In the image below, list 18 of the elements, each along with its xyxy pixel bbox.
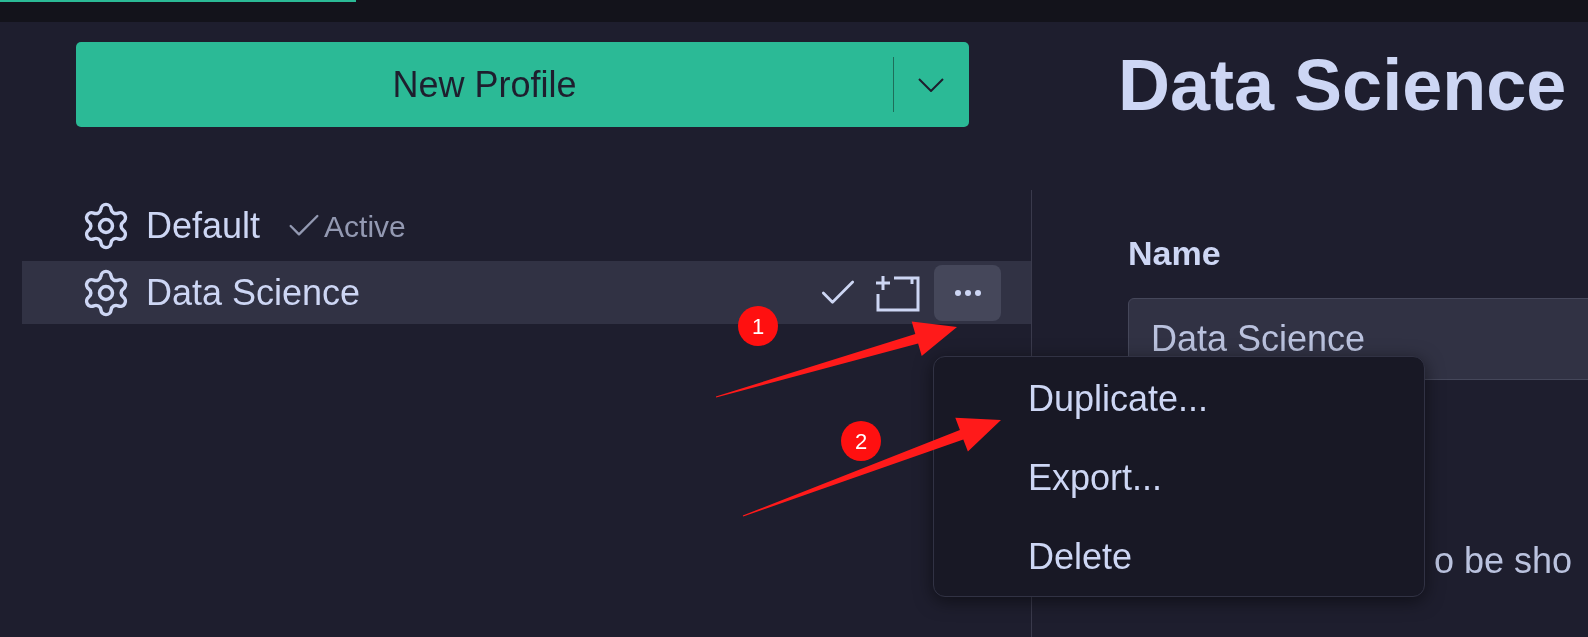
name-label: Name [1128, 236, 1222, 270]
active-status-label: Active [324, 208, 406, 245]
step-number-marker: 2 [841, 421, 881, 461]
profile-name: Data Science [146, 270, 361, 315]
plus-box-icon [874, 273, 920, 312]
menu-item[interactable]: Delete [934, 517, 1424, 596]
new-window-button[interactable] [874, 273, 920, 312]
chevron-down-icon [918, 77, 944, 92]
profile-list-item[interactable]: Default Active [22, 202, 1031, 250]
new-profile-button[interactable]: New Profile [76, 42, 893, 127]
description-text: o be sho [1434, 543, 1573, 579]
profile-dropdown-button[interactable] [893, 42, 969, 127]
menu-item[interactable]: Export... [934, 438, 1424, 517]
page-title: Data Science [1118, 43, 1568, 127]
more-actions-button[interactable] [934, 264, 1001, 321]
profile-name: Default [146, 204, 261, 248]
ellipsis-icon [954, 289, 981, 296]
step-number-marker: 1 [738, 306, 778, 346]
